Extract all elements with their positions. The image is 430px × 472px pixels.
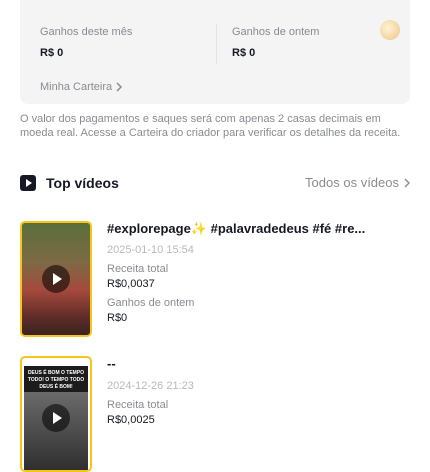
top-videos-header: Top vídeos Todos os vídeos <box>20 174 410 192</box>
video-date: 2024-12-26 21:23 <box>107 380 194 392</box>
yesterday-earnings-value: R$0 <box>107 312 128 324</box>
play-icon <box>42 265 70 293</box>
video-item[interactable]: #explorepage✨ #palavradedeus #fé #re... … <box>20 221 410 341</box>
yesterday-earnings: Ganhos de ontem R$ 0 <box>232 26 319 59</box>
chevron-right-icon <box>116 82 123 92</box>
play-icon <box>42 404 70 432</box>
video-title: #explorepage✨ #palavradedeus #fé #re... <box>107 221 366 236</box>
earnings-card: Ganhos deste mês R$ 0 Ganhos de ontem R$… <box>20 0 410 104</box>
month-earnings-value: R$ 0 <box>40 47 64 59</box>
reward-badge-icon <box>380 20 400 40</box>
video-info: -- 2024-12-26 21:23 Receita total R$0,00… <box>107 356 407 426</box>
video-date: 2025-01-10 15:54 <box>107 244 194 256</box>
chevron-right-icon <box>404 178 410 187</box>
total-revenue-label: Receita total <box>107 399 169 411</box>
thumbnail-banner: DEUS É BOM O TEMPO TODO! O TEMPO TODO DE… <box>24 366 88 392</box>
total-revenue-value: R$0,0025 <box>107 414 155 426</box>
yesterday-earnings-value: R$ 0 <box>232 47 256 59</box>
month-earnings-label: Ganhos deste mês <box>40 26 133 38</box>
payout-notice: O valor dos pagamentos e saques será com… <box>20 113 401 139</box>
yesterday-earnings-label: Ganhos de ontem <box>107 297 195 309</box>
video-title: -- <box>107 356 116 371</box>
yesterday-earnings-label: Ganhos de ontem <box>232 26 320 38</box>
video-thumbnail[interactable]: DEUS É BOM O TEMPO TODO! O TEMPO TODO DE… <box>20 356 92 472</box>
month-earnings: Ganhos deste mês R$ 0 <box>40 26 132 59</box>
video-thumbnail[interactable] <box>20 221 92 337</box>
all-videos-link[interactable]: Todos os vídeos <box>305 175 410 190</box>
video-info: #explorepage✨ #palavradedeus #fé #re... … <box>107 221 407 324</box>
total-revenue-label: Receita total <box>107 263 169 275</box>
my-wallet-label: Minha Carteira <box>40 81 113 93</box>
video-play-icon <box>20 175 36 191</box>
thumbnail-text: DEUS É BOM O TEMPO TODO! O TEMPO TODO DE… <box>27 370 85 390</box>
total-revenue-value: R$0,0037 <box>107 278 155 290</box>
top-videos-title: Top vídeos <box>46 175 119 191</box>
video-item[interactable]: DEUS É BOM O TEMPO TODO! O TEMPO TODO DE… <box>20 356 410 472</box>
stats-divider <box>216 24 217 64</box>
my-wallet-link[interactable]: Minha Carteira <box>40 81 123 93</box>
all-videos-label: Todos os vídeos <box>305 175 399 190</box>
